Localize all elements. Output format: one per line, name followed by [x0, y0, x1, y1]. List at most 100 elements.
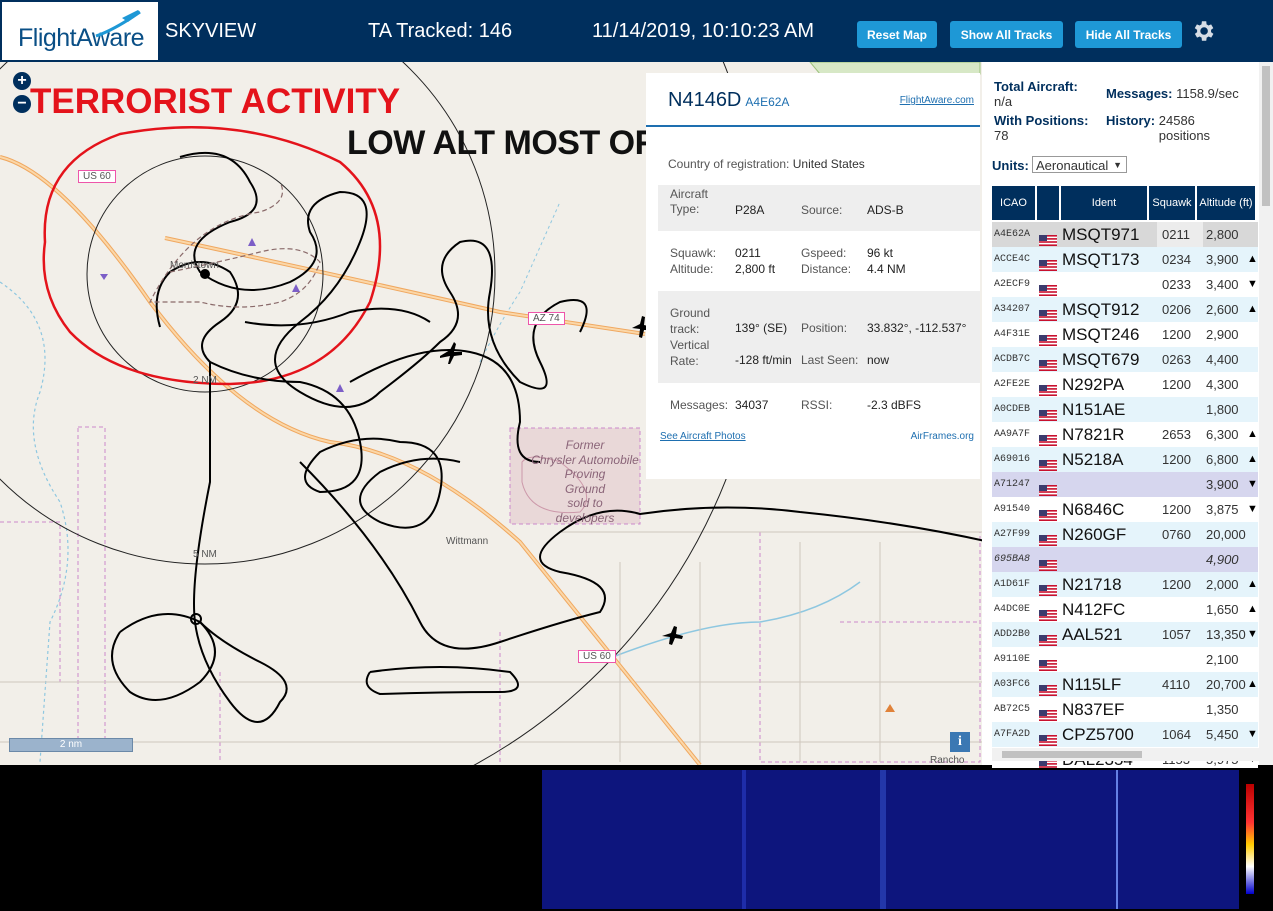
- table-row[interactable]: A7FA2D CPZ5700 1064 5,450 ▼: [992, 722, 1258, 747]
- vertical-scroll-thumb[interactable]: [1262, 66, 1270, 206]
- position-label: Position:: [801, 321, 848, 335]
- altitude-cell: 6,300: [1206, 427, 1239, 442]
- altitude-cell: 4,900: [1206, 552, 1239, 567]
- col-header-squawk[interactable]: Squawk: [1149, 186, 1195, 220]
- total-aircraft-value: n/a: [994, 94, 1013, 109]
- table-row[interactable]: ADD2B0 AAL521 1057 13,350 ▼: [992, 622, 1258, 647]
- source-value: ADS-B: [867, 203, 904, 217]
- reset-map-button[interactable]: Reset Map: [857, 21, 937, 48]
- squawk-cell: 1057: [1162, 627, 1191, 642]
- ident-cell: N6846C: [1062, 500, 1125, 519]
- col-header-icao[interactable]: ICAO: [992, 186, 1035, 220]
- aircraft-photos-link[interactable]: See Aircraft Photos: [660, 431, 746, 442]
- altitude-cell: 13,350: [1206, 627, 1246, 642]
- lastseen-value: now: [867, 353, 890, 367]
- road-label-us60: US 60: [78, 170, 116, 183]
- zoom-in-button[interactable]: +: [13, 72, 31, 90]
- squawk-cell: 1200: [1162, 452, 1191, 467]
- table-row[interactable]: A27F99 N260GF 0760 20,000: [992, 522, 1258, 547]
- icao-cell: A91540: [994, 504, 1031, 515]
- ident-cell: N292PA: [1062, 375, 1125, 394]
- icao-cell: A34207: [994, 304, 1031, 315]
- rssi-label: RSSI:: [801, 398, 833, 412]
- aircraft-type-label: Aircraft Type:: [670, 187, 709, 216]
- popup-callsign: N4146D A4E62A: [668, 89, 789, 112]
- squawk-cell: 0206: [1162, 302, 1191, 317]
- table-row[interactable]: A1D61F N21718 1200 2,000 ▲: [992, 572, 1258, 597]
- units-label-text: Units:: [992, 158, 1029, 173]
- gear-icon[interactable]: [1190, 18, 1216, 44]
- pos-label-text: With Positions:: [994, 113, 1089, 128]
- col-header-ident[interactable]: Ident: [1061, 186, 1147, 220]
- horizontal-scroll-thumb[interactable]: [1002, 751, 1142, 758]
- table-row[interactable]: AA9A7F N7821R 2653 6,300 ▲: [992, 422, 1258, 447]
- col-header-altitude[interactable]: Altitude (ft): [1197, 186, 1255, 220]
- ident-cell: N7821R: [1062, 425, 1125, 444]
- vertical-scrollbar[interactable]: [1259, 62, 1273, 765]
- table-row[interactable]: ACDB7C MSQT679 0263 4,400: [992, 347, 1258, 372]
- altitude-cell: 1,350: [1206, 702, 1239, 717]
- hist-value: 24586 positions: [1158, 113, 1211, 143]
- table-row[interactable]: A2ECF9 0233 3,400 ▼: [992, 272, 1258, 297]
- table-row[interactable]: A0CDEB N151AE 1,800: [992, 397, 1258, 422]
- table-row[interactable]: A71247 3,900 ▼: [992, 472, 1258, 497]
- altitude-trend-icon: ▲: [1247, 578, 1258, 590]
- squawk-section: Squawk: 0211 Gspeed: 96 kt Altitude: 2,8…: [658, 239, 980, 281]
- show-all-tracks-button[interactable]: Show All Tracks: [950, 21, 1063, 48]
- zoom-out-button[interactable]: −: [13, 95, 31, 113]
- squawk-cell: 0211: [1162, 227, 1190, 242]
- popup-divider: [646, 125, 980, 127]
- units-value: Aeronautical: [1036, 158, 1109, 173]
- icao-cell: A9110E: [994, 654, 1031, 665]
- table-row[interactable]: A69016 N5218A 1200 6,800 ▲: [992, 447, 1258, 472]
- altitude-value: 2,800 ft: [735, 262, 776, 276]
- icao-cell: A2ECF9: [994, 279, 1031, 290]
- altitude-trend-icon: ▲: [1247, 303, 1258, 315]
- flightaware-link[interactable]: FlightAware.com: [900, 95, 974, 106]
- ident-cell: N837EF: [1062, 700, 1125, 719]
- table-row[interactable]: A9110E 2,100: [992, 647, 1258, 672]
- hex-code[interactable]: A4E62A: [745, 95, 789, 109]
- icao-cell: A71247: [994, 479, 1031, 490]
- table-row[interactable]: 695BA8 4,900: [992, 547, 1258, 572]
- track-value: 139° (SE): [735, 321, 788, 335]
- airframes-link[interactable]: AirFrames.org: [911, 431, 974, 442]
- messages-rate: Messages: 1158.9/sec: [1106, 86, 1239, 101]
- ident-cell: N412FC: [1062, 600, 1126, 619]
- table-row[interactable]: A4F31E MSQT246 1200 2,900: [992, 322, 1258, 347]
- messages-section: Messages: 34037 RSSI: -2.3 dBFS: [658, 391, 980, 417]
- info-button[interactable]: i: [950, 732, 970, 752]
- horizontal-scrollbar[interactable]: [992, 748, 1259, 761]
- town-label-wittmann: Wittmann: [446, 536, 489, 547]
- table-row[interactable]: ACCE4C MSQT173 0234 3,900 ▲: [992, 247, 1258, 272]
- squawk-cell: 0233: [1162, 277, 1191, 292]
- icao-cell: AB72C5: [994, 704, 1031, 715]
- logo-plane-icon: [95, 10, 141, 38]
- distance-label: Distance:: [801, 262, 852, 276]
- altitude-cell: 3,900: [1206, 477, 1239, 492]
- clock: 11/14/2019, 10:10:23 AM: [592, 20, 815, 42]
- scale-bar: 2 nm: [9, 738, 133, 752]
- hide-all-tracks-button[interactable]: Hide All Tracks: [1075, 21, 1182, 48]
- icao-cell: A4F31E: [994, 329, 1031, 340]
- bottom-left-panel: [0, 768, 500, 911]
- squawk-cell: 1200: [1162, 577, 1191, 592]
- table-row[interactable]: A4E62A MSQT971 0211 2,800: [992, 222, 1258, 247]
- ident-cell: N21718: [1062, 575, 1122, 594]
- table-row[interactable]: A03FC6 N115LF 4110 20,700 ▲: [992, 672, 1258, 697]
- table-row[interactable]: A2FE2E N292PA 1200 4,300: [992, 372, 1258, 397]
- table-row[interactable]: A4DC0E N412FC 1,650 ▲: [992, 597, 1258, 622]
- icao-cell: A4DC0E: [994, 604, 1031, 615]
- flightaware-logo[interactable]: FlightAware: [2, 2, 158, 60]
- table-row[interactable]: A34207 MSQT912 0206 2,600 ▲: [992, 297, 1258, 322]
- place-label-rancho: Rancho: [930, 755, 965, 765]
- icao-cell: 695BA8: [994, 554, 1031, 565]
- range-ring-5nm-label: 5 NM: [193, 549, 217, 560]
- table-row[interactable]: A91540 N6846C 1200 3,875 ▼: [992, 497, 1258, 522]
- vrate-value: -128 ft/min: [735, 353, 792, 367]
- hist-label-text: History:: [1106, 113, 1156, 128]
- table-row[interactable]: AB72C5 N837EF 1,350: [992, 697, 1258, 722]
- ident-cell: N115LF: [1062, 675, 1122, 694]
- units-select[interactable]: Aeronautical ▼: [1032, 156, 1127, 173]
- squawk-cell: 0760: [1162, 527, 1191, 542]
